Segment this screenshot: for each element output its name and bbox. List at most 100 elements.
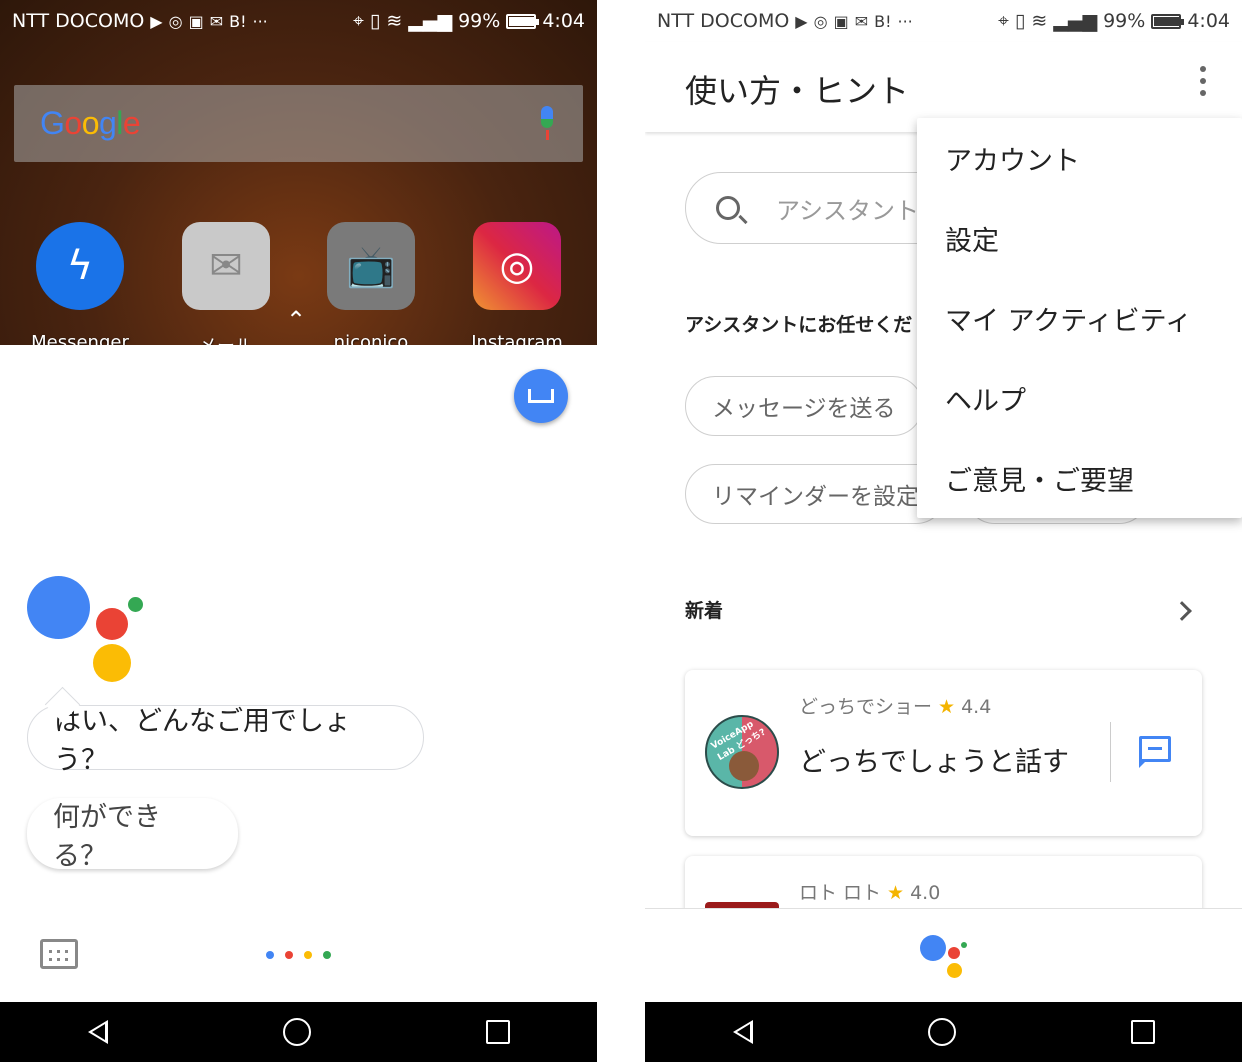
card-meta: ロト ロト ★ 4.0 [799,878,940,905]
home-icon[interactable] [282,1018,311,1046]
star-icon: ★ [887,882,905,904]
divider [1110,722,1111,782]
niconico-tv-icon: 📺 [327,222,415,310]
youtube-icon: ▶ [795,11,808,31]
status-bar: NTT DOCOMO ▶ ◎ ▣ ✉ B! ··· ⌖ ▯ ≋ ▂▄▆ 99% … [0,0,597,42]
search-placeholder: アシスタント [776,196,920,225]
assistant-panel: はい、どんなご用でしょう？ 何ができる？ [0,345,597,1002]
wifi-icon: ≋ [1031,10,1048,32]
battery-percent: 99% [458,10,501,32]
action-card[interactable]: VoiceApp Lab どっち? どっちでショー ★ 4.4 どっちでしょうと話す [685,670,1202,836]
assistant-logo-blue-dot[interactable] [920,935,946,961]
suggestion-chip[interactable]: リマインダーを設定 [685,464,946,524]
google-logo-letter: l [116,105,123,141]
app-niconico[interactable]: 📺 niconico [316,222,426,353]
section-title-new: 新着 [685,600,724,622]
mail-icon: ✉ [209,11,224,31]
card-meta: どっちでショー ★ 4.4 [799,692,991,719]
google-logo-letter: g [98,105,117,141]
clock: 4:04 [1187,10,1230,32]
vibrate-icon: ▯ [369,10,381,32]
menu-item-account[interactable]: アカウント [917,118,1242,198]
star-icon: ★ [938,696,956,718]
suggestion-chip-label: 何ができる？ [53,801,161,872]
wifi-icon: ≋ [386,10,403,32]
dog-illustration [729,751,759,781]
left-phone-screen: NTT DOCOMO ▶ ◎ ▣ ✉ B! ··· ⌖ ▯ ≋ ▂▄▆ 99% … [0,0,597,1062]
instagram-icon: ◎ [473,222,561,310]
recent-apps-icon[interactable] [485,1020,510,1044]
back-icon[interactable] [87,1020,108,1044]
card-rating: 4.4 [961,696,992,718]
assistant-logo-green-dot [961,942,967,948]
recent-apps-icon[interactable] [1130,1020,1155,1044]
tv-icon: ▣ [188,11,204,31]
google-logo-letter: o [81,105,100,141]
search-icon [716,196,740,220]
assistant-logo-red-dot [948,947,960,959]
chip-label: リマインダーを設定 [712,484,919,510]
chat-icon[interactable] [1139,736,1171,768]
app-instagram[interactable]: ◎ Instagram [462,222,572,353]
more-notifications-icon: ··· [252,11,268,31]
signal-icon: ▂▄▆ [1053,10,1098,32]
indicator-dot [266,951,274,959]
assistant-response-bubble: はい、どんなご用でしょう？ [27,705,424,776]
hatena-icon: B! [874,11,892,31]
home-icon[interactable] [927,1018,956,1046]
clock: 4:04 [542,10,585,32]
instagram-icon: ◎ [168,11,183,31]
instagram-icon: ◎ [813,11,828,31]
location-icon: ⌖ [998,10,1009,32]
tv-icon: ▣ [833,11,849,31]
carrier-name: NTT DOCOMO [657,10,790,32]
keyboard-toggle-button[interactable] [514,369,568,423]
microphone-icon[interactable] [537,105,557,142]
right-phone-screen: NTT DOCOMO ▶ ◎ ▣ ✉ B! ··· ⌖ ▯ ≋ ▂▄▆ 99% … [645,0,1242,1062]
menu-item-feedback[interactable]: ご意見・ご要望 [917,438,1242,518]
card-app-name: どっちでショー [799,696,933,718]
battery-icon [1151,13,1185,29]
google-logo-letter: o [64,105,82,141]
menu-item-settings[interactable]: 設定 [917,198,1242,278]
carrier-name: NTT DOCOMO [12,10,145,32]
vibrate-icon: ▯ [1014,10,1026,32]
assistant-logo-yellow-dot [93,644,131,682]
chevron-right-icon[interactable] [1172,601,1192,621]
back-icon[interactable] [732,1020,753,1044]
assistant-logo-green-dot [128,597,143,612]
indicator-dot [304,951,312,959]
card-rating: 4.0 [910,882,941,904]
card-app-name: ロト ロト [799,882,882,904]
google-logo: Google [40,105,141,142]
assistant-logo-blue-dot [27,576,90,639]
google-logo-letter: G [40,105,65,141]
menu-item-help[interactable]: ヘルプ [917,358,1242,438]
assistant-bottom-bar [645,908,1242,1002]
menu-item-my-activity[interactable]: マイ アクティビティ [917,278,1242,358]
suggestion-chip[interactable]: メッセージを送る [685,376,923,436]
chip-label: メッセージを送る [712,396,896,422]
app-messenger[interactable]: ϟ Messenger [25,222,135,353]
assistant-logo-yellow-dot [947,963,962,978]
battery-icon [506,13,540,29]
mail-icon: ✉ [854,11,869,31]
google-logo-letter: e [122,105,141,141]
keyboard-input-icon[interactable] [40,939,78,969]
more-notifications-icon: ··· [897,11,913,31]
location-icon: ⌖ [353,10,364,32]
messenger-icon: ϟ [36,222,124,310]
app-mail[interactable]: ✉ メール [171,222,281,358]
chevron-up-icon[interactable]: ⌃ [286,306,306,334]
youtube-icon: ▶ [150,11,163,31]
assistant-logo-red-dot [96,608,128,640]
suggestion-chip[interactable]: 何ができる？ [27,798,238,872]
mail-icon: ✉ [182,222,270,310]
battery-percent: 99% [1103,10,1146,32]
overflow-menu: アカウント 設定 マイ アクティビティ ヘルプ ご意見・ご要望 [917,118,1242,518]
section-title-tasks: アシスタントにお任せくだ [685,314,913,336]
card-action-text: どっちでしょうと話す [799,747,1069,778]
google-search-widget[interactable]: Google [14,85,583,162]
overflow-menu-icon[interactable] [1195,66,1211,96]
status-bar: NTT DOCOMO ▶ ◎ ▣ ✉ B! ··· ⌖ ▯ ≋ ▂▄▆ 99% … [645,0,1242,42]
